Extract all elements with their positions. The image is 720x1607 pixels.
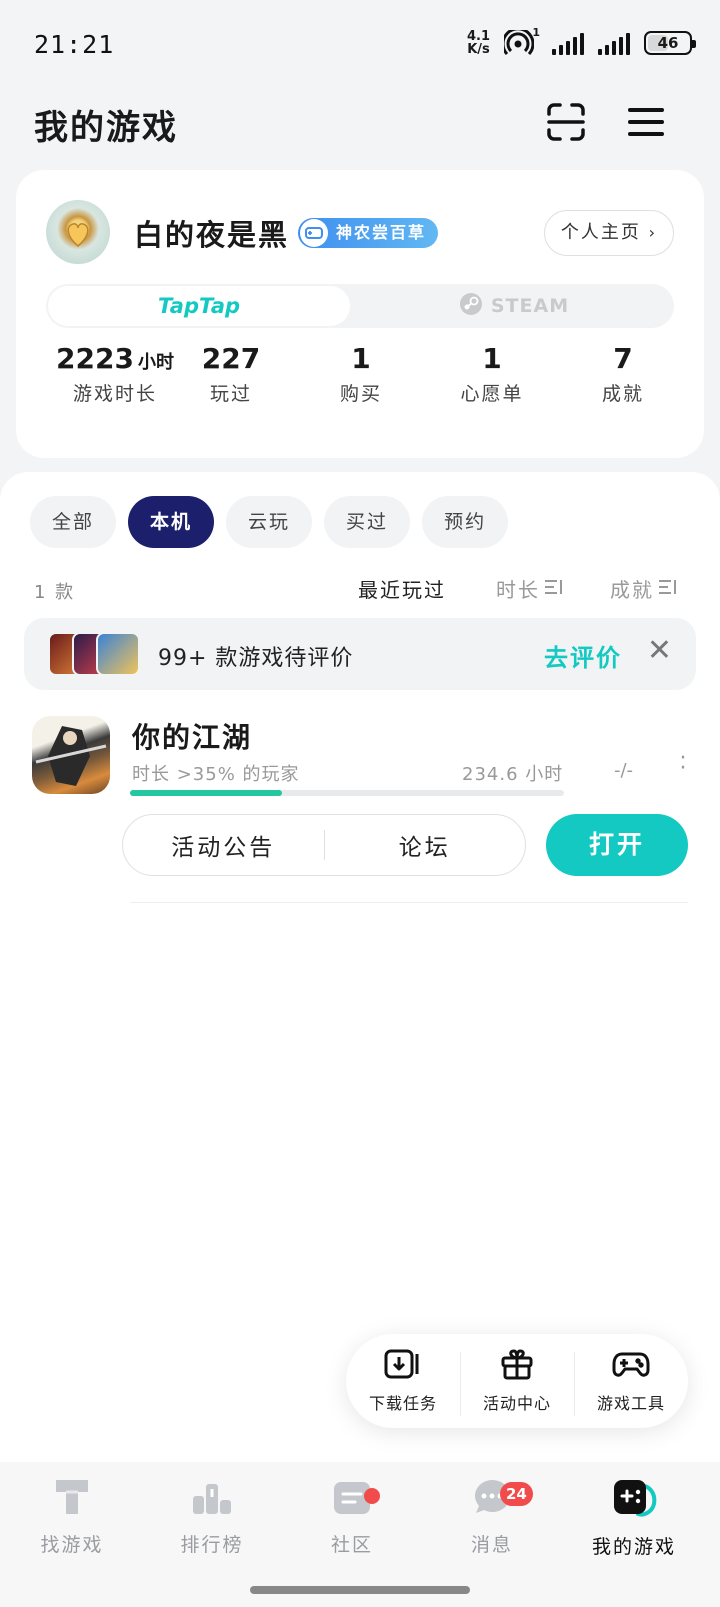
- nav-find-games[interactable]: 找游戏: [0, 1476, 144, 1557]
- game-count: 1 款: [34, 582, 76, 603]
- filter-all[interactable]: 全部: [30, 496, 117, 548]
- review-banner-text: 99+ 款游戏待评价: [158, 646, 354, 671]
- stat-wishlist[interactable]: 1 心愿单: [442, 342, 542, 406]
- notification-dot: [364, 1488, 380, 1504]
- gamepad-icon: [612, 1352, 650, 1384]
- chevron-right-icon: ›: [648, 223, 657, 242]
- filter-reserved[interactable]: 预约: [422, 496, 509, 548]
- menu-icon[interactable]: [626, 102, 666, 142]
- status-bar: 21:21 4.1 K/s 1 46: [0, 0, 720, 90]
- profile-home-button[interactable]: 个人主页 ›: [543, 210, 674, 256]
- filter-chips: 全部 本机 云玩 买过 预约: [30, 496, 509, 548]
- game-thumbnail: [96, 632, 140, 676]
- username: 白的夜是黑: [134, 218, 290, 252]
- game-action-group: 活动公告 论坛: [122, 814, 526, 876]
- more-vertical-icon[interactable]: · ·: [676, 748, 690, 780]
- stat-played[interactable]: 227 玩过: [186, 342, 276, 406]
- progress-fill: [130, 790, 282, 796]
- signal-icon-1: [552, 31, 584, 55]
- find-games-icon: [52, 1480, 92, 1522]
- activity-center-button[interactable]: 活动中心: [460, 1348, 574, 1416]
- nav-ranking[interactable]: 排行榜: [140, 1476, 284, 1557]
- download-icon: [384, 1349, 422, 1384]
- game-tools-button[interactable]: 游戏工具: [574, 1348, 688, 1416]
- review-go-button[interactable]: 去评价: [544, 638, 622, 673]
- stat-achievements[interactable]: 7 成就: [578, 342, 668, 406]
- hotspot-sup: 1: [532, 26, 540, 39]
- profile-card: 白的夜是黑 神农尝百草 个人主页 › TapTap STEAM 2223 小时 游…: [16, 170, 704, 458]
- message-count-badge: 24: [500, 1482, 533, 1506]
- game-playtime-rank: 时长 >35% 的玩家: [132, 764, 300, 785]
- page-title: 我的游戏: [34, 108, 178, 148]
- filter-cloud[interactable]: 云玩: [226, 496, 313, 548]
- signal-icon-2: [598, 31, 630, 55]
- hotspot-icon: 1: [501, 26, 540, 56]
- community-icon: [331, 1482, 373, 1522]
- filter-bought[interactable]: 买过: [324, 496, 411, 548]
- review-game-thumbnails: [48, 632, 140, 676]
- title-badge[interactable]: 神农尝百草: [298, 218, 439, 248]
- nav-my-games[interactable]: 我的游戏: [562, 1476, 706, 1559]
- scan-icon[interactable]: [546, 102, 586, 142]
- platform-taptap-tab[interactable]: TapTap: [48, 286, 350, 326]
- battery-icon: 46: [644, 31, 696, 55]
- gift-icon: [500, 1349, 534, 1384]
- floating-toolbar: 下载任务 活动中心 游戏工具: [346, 1334, 688, 1428]
- stat-purchased[interactable]: 1 购买: [316, 342, 406, 406]
- download-tasks-button[interactable]: 下载任务: [346, 1348, 460, 1414]
- status-icons: 4.1 K/s 1 46: [466, 26, 696, 57]
- stats-row: 2223 小时 游戏时长 227 玩过 1 购买 1 心愿单 7 成就: [16, 342, 704, 432]
- status-time: 21:21: [34, 30, 115, 59]
- filter-local[interactable]: 本机: [128, 496, 215, 548]
- steam-icon: [459, 292, 483, 321]
- announcements-button[interactable]: 活动公告: [123, 828, 324, 862]
- game-icon[interactable]: [32, 716, 110, 794]
- open-game-button[interactable]: 打开: [546, 814, 688, 876]
- sort-duration[interactable]: 时长: [496, 574, 564, 603]
- forum-button[interactable]: 论坛: [325, 828, 526, 862]
- net-speed: 4.1 K/s: [466, 29, 490, 57]
- messages-icon: [471, 1480, 513, 1522]
- game-list-item[interactable]: 你的江湖 时长 >35% 的玩家 234.6 小时 -/- · · 活动公告 论坛…: [0, 710, 720, 910]
- game-list-panel: 全部 本机 云玩 买过 预约 1 款 最近玩过 时长 成就 99+ 款游戏待评价…: [0, 472, 720, 1462]
- ranking-icon: [191, 1484, 233, 1522]
- sort-icon: [544, 577, 564, 601]
- avatar[interactable]: [46, 200, 110, 264]
- platform-steam-tab[interactable]: STEAM: [356, 286, 672, 326]
- platform-switch: TapTap STEAM: [46, 284, 674, 328]
- close-icon[interactable]: ✕: [647, 636, 672, 666]
- sort-achievement[interactable]: 成就: [610, 574, 678, 603]
- game-achievement-value: -/-: [614, 760, 634, 781]
- my-games-icon: [608, 1480, 660, 1524]
- sort-recent[interactable]: 最近玩过: [358, 574, 446, 603]
- game-title: 你的江湖: [132, 721, 253, 754]
- sort-icon: [658, 577, 678, 601]
- gamepad-badge-icon: [300, 219, 328, 247]
- review-banner[interactable]: 99+ 款游戏待评价 去评价 ✕: [24, 618, 696, 690]
- home-indicator[interactable]: [250, 1586, 470, 1594]
- divider: [130, 902, 688, 903]
- nav-messages[interactable]: 24 消息: [420, 1476, 564, 1557]
- nav-community[interactable]: 社区: [280, 1476, 424, 1557]
- playtime-progress-bar: [130, 790, 564, 796]
- stat-playtime[interactable]: 2223 小时 游戏时长: [40, 342, 190, 406]
- game-hours: 234.6 小时: [462, 764, 564, 785]
